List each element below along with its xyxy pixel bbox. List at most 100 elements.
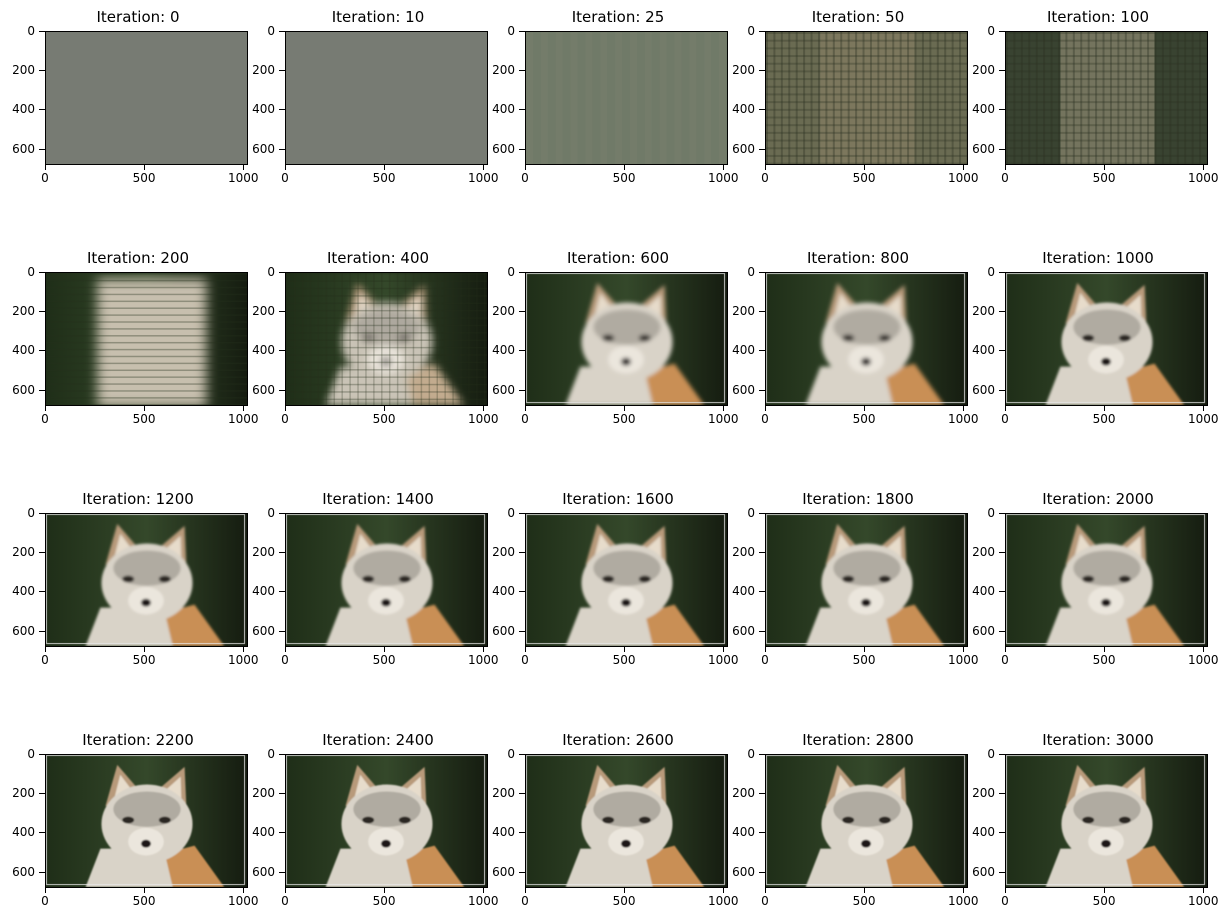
- y-tick: [999, 552, 1005, 554]
- panel-iteration-1200: Iteration: 1200 0 200 400 600 0 500 1000: [12, 490, 259, 670]
- y-tick-label: 200: [732, 786, 755, 801]
- x-tick: [864, 165, 866, 170]
- y-tick-label: 400: [492, 343, 515, 358]
- x-tick-label: 1000: [227, 894, 259, 908]
- x-tick-label: 0: [521, 894, 529, 908]
- x-tick: [525, 406, 526, 411]
- y-tick: [279, 389, 285, 391]
- x-tick-label: 500: [1092, 171, 1116, 185]
- y-tick-label: 0: [27, 24, 35, 38]
- y-tick: [39, 31, 45, 32]
- x-tick-label: 0: [521, 412, 529, 426]
- x-tick-label: 0: [281, 171, 289, 185]
- reconstruction-image: [525, 754, 728, 888]
- y-tick: [519, 552, 525, 554]
- x-tick-label: 500: [612, 653, 636, 667]
- x-tick: [483, 406, 485, 411]
- x-tick: [384, 647, 386, 652]
- y-tick-label: 200: [972, 786, 995, 801]
- fox-image: [1006, 32, 1207, 164]
- y-tick-label: 600: [732, 623, 755, 638]
- x-tick: [144, 647, 146, 652]
- x-tick-label: 1000: [947, 653, 979, 667]
- y-tick-label: 200: [12, 304, 35, 319]
- fox-image: [526, 32, 727, 164]
- x-tick-label: 1000: [947, 171, 979, 185]
- y-tick: [759, 389, 765, 391]
- y-tick-label: 0: [987, 24, 995, 38]
- y-tick-label: 0: [507, 506, 515, 520]
- x-tick: [963, 406, 965, 411]
- x-tick: [285, 888, 286, 893]
- y-tick-label: 200: [12, 786, 35, 801]
- y-tick-label: 200: [12, 63, 35, 78]
- y-tick: [519, 148, 525, 150]
- y-tick-label: 0: [267, 747, 275, 761]
- x-tick: [285, 647, 286, 652]
- y-tick-label: 600: [12, 382, 35, 397]
- x-tick-label: 1000: [227, 653, 259, 667]
- y-tick: [759, 311, 765, 313]
- fox-image: [1006, 514, 1207, 646]
- y-tick: [999, 389, 1005, 391]
- x-tick: [1203, 888, 1205, 893]
- y-tick-label: 0: [987, 506, 995, 520]
- x-tick: [723, 165, 725, 170]
- panel-iteration-10: Iteration: 10 0 200 400 600 0 500 1000: [252, 8, 499, 188]
- y-tick: [39, 832, 45, 834]
- y-tick: [519, 591, 525, 593]
- x-tick-label: 1000: [947, 894, 979, 908]
- x-tick-label: 0: [281, 653, 289, 667]
- y-tick: [39, 754, 45, 755]
- y-tick: [39, 793, 45, 795]
- y-tick-label: 0: [267, 24, 275, 38]
- y-tick: [279, 754, 285, 755]
- y-tick: [759, 832, 765, 834]
- x-tick-label: 0: [41, 653, 49, 667]
- panel-iteration-200: Iteration: 200 0 200 400 600 0 500 1000: [12, 249, 258, 429]
- y-tick-label: 200: [732, 545, 755, 560]
- panel-title: Iteration: 400: [326, 249, 430, 267]
- y-tick-label: 600: [732, 141, 755, 156]
- x-tick-label: 0: [281, 894, 289, 908]
- y-tick-label: 0: [747, 506, 755, 520]
- panel-iteration-2000: Iteration: 2000 0 200 400 600 0 500 1000: [972, 490, 1218, 670]
- x-tick-label: 1000: [467, 412, 499, 426]
- y-tick-label: 600: [492, 864, 515, 879]
- y-tick: [519, 754, 525, 755]
- y-tick-label: 0: [747, 265, 755, 279]
- x-tick: [243, 165, 245, 170]
- panel-iteration-100: Iteration: 100 0 200 400 600 0 500 1000: [972, 8, 1218, 188]
- fox-image: [286, 514, 487, 646]
- y-tick-label: 200: [972, 545, 995, 560]
- y-tick-label: 600: [732, 382, 755, 397]
- fox-image: [526, 273, 727, 405]
- panel-iteration-3000: Iteration: 3000 0 200 400 600 0 500 1000: [972, 731, 1218, 911]
- panel-iteration-1800: Iteration: 1800 0 200 400 600 0 500 1000: [732, 490, 979, 670]
- y-tick: [519, 350, 525, 352]
- x-tick: [144, 888, 146, 893]
- x-tick: [45, 888, 46, 893]
- y-tick: [999, 513, 1005, 514]
- x-tick-label: 500: [1092, 412, 1116, 426]
- y-tick: [39, 513, 45, 514]
- iteration-grid: Iteration: 0 0 200 400 600 0 500 1000 Iteration:…: [0, 0, 1231, 924]
- y-tick: [999, 754, 1005, 755]
- x-tick: [285, 406, 286, 411]
- reconstruction-image: [1005, 31, 1208, 165]
- y-tick-label: 600: [252, 382, 275, 397]
- x-tick: [1104, 647, 1106, 652]
- y-tick: [39, 70, 45, 72]
- x-tick-label: 500: [372, 894, 396, 908]
- x-tick: [45, 647, 46, 652]
- y-tick: [279, 871, 285, 873]
- x-tick-label: 0: [521, 653, 529, 667]
- y-tick-label: 600: [972, 623, 995, 638]
- x-tick: [1104, 888, 1106, 893]
- y-tick: [39, 630, 45, 632]
- x-tick-label: 1000: [467, 171, 499, 185]
- fox-image: [46, 273, 247, 405]
- y-tick-label: 400: [492, 102, 515, 117]
- fox-image: [526, 514, 727, 646]
- x-tick-label: 500: [1092, 653, 1116, 667]
